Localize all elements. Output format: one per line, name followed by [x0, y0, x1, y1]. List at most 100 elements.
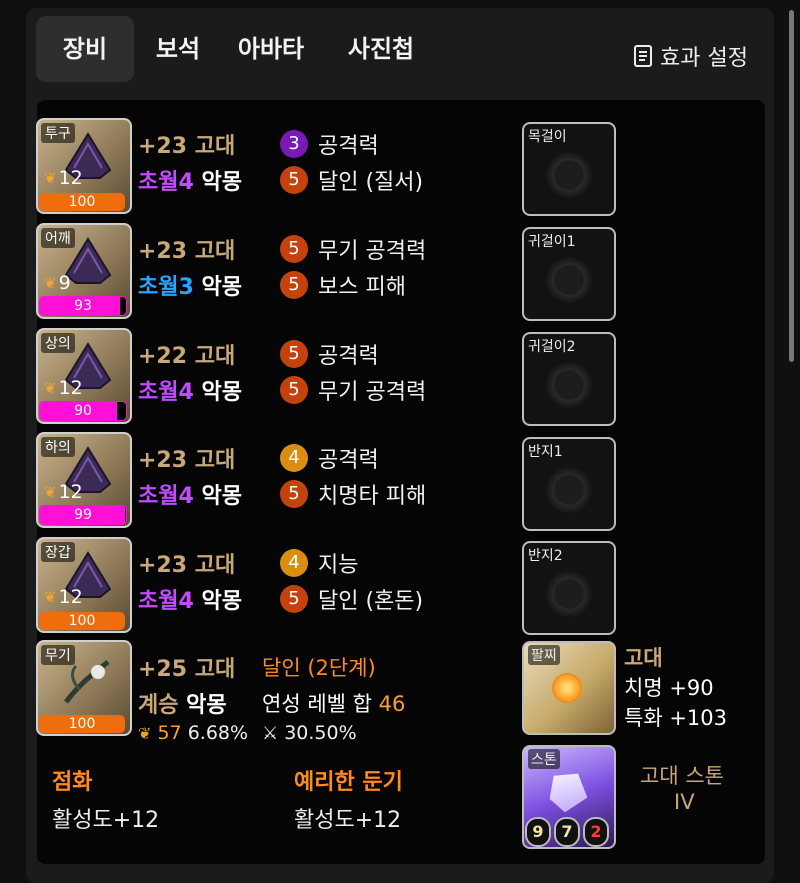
bracelet-grade: 고대	[624, 646, 663, 670]
engraving-name-1: 점화	[52, 770, 93, 795]
level-label: ❦ 12	[44, 167, 83, 189]
item-grade: +23 고대	[138, 134, 236, 159]
level-label: ❦ 12	[44, 586, 83, 608]
effect-level-badge: 5	[280, 235, 308, 263]
bracelet-stat-1: 치명 +90	[624, 676, 714, 700]
empty-slot-icon	[546, 362, 592, 408]
effect-line: 5 치명타 피해	[280, 478, 426, 510]
flame-icon: ❦	[138, 724, 152, 743]
effect-settings-label: 효과 설정	[660, 46, 748, 71]
stone-slot[interactable]: 스톤 9 7 2	[522, 745, 616, 849]
empty-slot-icon	[546, 152, 592, 198]
accessory-ring-2[interactable]: 반지2	[522, 541, 616, 635]
weapon-icon	[64, 660, 110, 704]
weapon-grade: +25 고대	[138, 657, 236, 682]
effect-level-badge: 3	[280, 130, 308, 158]
flame-icon: ❦	[44, 483, 57, 501]
tab-album[interactable]: 사진첩	[328, 16, 434, 82]
item-transcendence: 초월4 악몽	[138, 589, 242, 614]
effect-level-badge: 4	[280, 549, 308, 577]
item-grade: +23 고대	[138, 448, 236, 473]
bracelet-slot[interactable]: 팔찌	[522, 641, 616, 735]
effect-text: 치명타 피해	[318, 484, 427, 509]
effect-level-badge: 5	[280, 166, 308, 194]
level-label: ❦ 12	[44, 481, 83, 503]
item-transcendence: 초월4 악몽	[138, 380, 242, 405]
equipment-thumb[interactable]: 상의 ❦ 12 90	[36, 328, 132, 424]
effect-line: 5 보스 피해	[280, 269, 406, 301]
crystal-icon	[541, 764, 596, 819]
effect-line: 4 지능	[280, 547, 358, 579]
effect-level-badge: 5	[280, 271, 308, 299]
accessory-ring-1[interactable]: 반지1	[522, 437, 616, 531]
scrollbar[interactable]	[789, 10, 794, 362]
weapon-setlevel: 연성 레벨 합 46	[262, 692, 406, 716]
item-grade: +23 고대	[138, 239, 236, 264]
effect-line: 5 달인 (혼돈)	[280, 583, 423, 615]
effect-text: 무기 공격력	[318, 380, 427, 405]
stone-num-1: 9	[525, 817, 551, 847]
sword-icon: ⚔	[262, 723, 279, 744]
effect-text: 공격력	[318, 344, 379, 369]
effect-level-badge: 5	[280, 376, 308, 404]
tab-equipment[interactable]: 장비	[36, 16, 134, 82]
effect-line: 5 무기 공격력	[280, 233, 426, 265]
weapon-sword: ⚔ 30.50%	[262, 722, 357, 744]
level-label: ❦ 12	[44, 377, 83, 399]
equipment-thumb[interactable]: 하의 ❦ 12 99	[36, 432, 132, 528]
item-grade: +22 고대	[138, 344, 236, 369]
quality-bar: 93	[39, 296, 127, 316]
effect-level-badge: 4	[280, 444, 308, 472]
equipment-thumb[interactable]: 투구 ❦ 12 100	[36, 118, 132, 214]
flame-icon: ❦	[44, 274, 57, 292]
stone-num-2: 7	[554, 817, 580, 847]
effect-text: 공격력	[318, 448, 379, 473]
document-icon	[634, 45, 653, 67]
effect-line: 4 공격력	[280, 442, 379, 474]
empty-slot-icon	[546, 467, 592, 513]
bracelet-icon	[552, 673, 582, 703]
weapon-inherit: 계승 악몽	[138, 693, 227, 718]
quality-bar: 99	[39, 505, 127, 525]
accessory-earring-2[interactable]: 귀걸이2	[522, 332, 616, 426]
empty-slot-icon	[546, 571, 592, 617]
engraving-name-2: 예리한 둔기	[294, 770, 403, 795]
weapon-elixir: ❦ 57 6.68%	[138, 722, 249, 744]
quality-bar: 100	[39, 715, 125, 733]
quality-bar: 100	[39, 193, 125, 211]
bracelet-stat-2: 특화 +103	[624, 706, 727, 730]
flame-icon: ❦	[44, 379, 57, 397]
item-transcendence: 초월4 악몽	[138, 170, 242, 195]
engraving-value-1: 활성도+12	[52, 808, 160, 833]
equipment-thumb[interactable]: 장갑 ❦ 12 100	[36, 537, 132, 633]
effect-line: 5 무기 공격력	[280, 374, 426, 406]
effect-text: 지능	[318, 553, 359, 578]
effect-line: 3 공격력	[280, 128, 379, 160]
effect-text: 공격력	[318, 134, 379, 159]
quality-bar: 90	[39, 401, 127, 421]
effect-text: 무기 공격력	[318, 239, 427, 264]
effect-text: 달인 (혼돈)	[318, 589, 424, 614]
effect-level-badge: 5	[280, 585, 308, 613]
empty-slot-icon	[546, 257, 592, 303]
accessory-necklace[interactable]: 목걸이	[522, 122, 616, 216]
effect-level-badge: 5	[280, 480, 308, 508]
tab-avatar[interactable]: 아바타	[222, 16, 320, 82]
weapon-thumb[interactable]: 무기 100	[36, 640, 132, 736]
engraving-value-2: 활성도+12	[294, 808, 402, 833]
item-transcendence: 초월3 악몽	[138, 275, 242, 300]
quality-bar: 100	[39, 612, 125, 630]
level-label: ❦ 9	[44, 272, 71, 294]
effect-settings-button[interactable]: 효과 설정	[634, 40, 748, 72]
effect-line: 5 공격력	[280, 338, 379, 370]
tab-gems[interactable]: 보석	[138, 16, 218, 82]
accessory-earring-1[interactable]: 귀걸이1	[522, 227, 616, 321]
stone-tier: IV	[674, 790, 695, 814]
stone-name: 고대 스톤	[640, 764, 724, 788]
weapon-mastery: 달인 (2단계)	[262, 656, 376, 680]
flame-icon: ❦	[44, 169, 57, 187]
item-transcendence: 초월4 악몽	[138, 484, 242, 509]
equipment-thumb[interactable]: 어깨 ❦ 9 93	[36, 223, 132, 319]
effect-line: 5 달인 (질서)	[280, 164, 423, 196]
effect-text: 달인 (질서)	[318, 170, 424, 195]
